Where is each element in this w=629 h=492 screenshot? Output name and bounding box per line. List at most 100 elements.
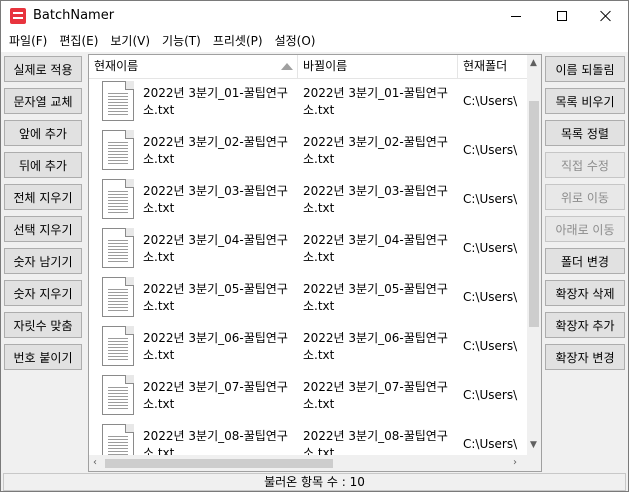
change-extension-button[interactable]: 확장자 변경 xyxy=(545,344,625,370)
file-lines xyxy=(108,240,128,264)
text-file-icon xyxy=(102,228,134,268)
clear-selection-button[interactable]: 선택 지우기 xyxy=(4,216,82,242)
new-name-cell: 2022년 3분기_04-꿀팁연구소.txt xyxy=(303,233,448,264)
list-item[interactable]: 2022년 3분기_06-꿀팁연구소.txt 2022년 3분기_06-꿀팁연구… xyxy=(89,324,527,373)
file-lines xyxy=(108,436,128,455)
text-file-icon xyxy=(102,424,134,455)
file-lines xyxy=(108,191,128,215)
text-file-icon xyxy=(102,130,134,170)
menu-tools[interactable]: 기능(T) xyxy=(156,31,207,52)
file-lines xyxy=(108,338,128,362)
column-header-current-folder[interactable]: 현재폴더 xyxy=(458,55,538,79)
menu-presets[interactable]: 프리셋(P) xyxy=(207,31,269,52)
title-bar: BatchNamer xyxy=(1,1,628,31)
new-name-cell: 2022년 3분기_05-꿀팁연구소.txt xyxy=(303,282,448,313)
append-button[interactable]: 뒤에 추가 xyxy=(4,152,82,178)
move-down-button[interactable]: 아래로 이동 xyxy=(545,216,625,242)
new-name-cell: 2022년 3분기_07-꿀팁연구소.txt xyxy=(303,380,448,411)
folder-cell: C:\Users\ xyxy=(463,192,518,206)
folder-cell: C:\Users\ xyxy=(463,388,518,402)
list-item[interactable]: 2022년 3분기_01-꿀팁연구소.txt 2022년 3분기_01-꿀팁연구… xyxy=(89,79,527,128)
list-rows: 2022년 3분기_01-꿀팁연구소.txt 2022년 3분기_01-꿀팁연구… xyxy=(89,79,527,455)
file-lines xyxy=(108,142,128,166)
current-name-cell: 2022년 3분기_03-꿀팁연구소.txt xyxy=(143,184,288,215)
current-name-cell: 2022년 3분기_02-꿀팁연구소.txt xyxy=(143,135,288,166)
pad-digits-button[interactable]: 자릿수 맞춤 xyxy=(4,312,82,338)
text-file-icon xyxy=(102,179,134,219)
prepend-button[interactable]: 앞에 추가 xyxy=(4,120,82,146)
new-name-cell: 2022년 3분기_01-꿀팁연구소.txt xyxy=(303,86,448,117)
maximize-icon xyxy=(557,11,567,21)
list-item[interactable]: 2022년 3분기_03-꿀팁연구소.txt 2022년 3분기_03-꿀팁연구… xyxy=(89,177,527,226)
add-extension-button[interactable]: 확장자 추가 xyxy=(545,312,625,338)
sort-list-button[interactable]: 목록 정렬 xyxy=(545,120,625,146)
keep-numbers-button[interactable]: 숫자 남기기 xyxy=(4,248,82,274)
minimize-icon xyxy=(511,15,521,17)
list-header: 현재이름 바뀔이름 현재폴더 xyxy=(89,55,527,79)
list-item[interactable]: 2022년 3분기_07-꿀팁연구소.txt 2022년 3분기_07-꿀팁연구… xyxy=(89,373,527,422)
new-name-cell: 2022년 3분기_06-꿀팁연구소.txt xyxy=(303,331,448,362)
revert-names-button[interactable]: 이름 되돌림 xyxy=(545,56,625,82)
scroll-corner xyxy=(527,455,541,471)
remove-numbers-button[interactable]: 숫자 지우기 xyxy=(4,280,82,306)
folder-cell: C:\Users\ xyxy=(463,241,518,255)
move-up-button[interactable]: 위로 이동 xyxy=(545,184,625,210)
edit-directly-button[interactable]: 직접 수정 xyxy=(545,152,625,178)
scroll-down-icon[interactable]: ▼ xyxy=(530,441,537,450)
new-name-cell: 2022년 3분기_08-꿀팁연구소.txt xyxy=(303,429,448,455)
folder-cell: C:\Users\ xyxy=(463,94,518,108)
file-lines xyxy=(108,387,128,411)
current-name-cell: 2022년 3분기_08-꿀팁연구소.txt xyxy=(143,429,288,455)
folder-cell: C:\Users\ xyxy=(463,437,518,451)
menu-bar: 파일(F) 편집(E) 보기(V) 기능(T) 프리셋(P) 설정(O) xyxy=(1,31,628,52)
clear-all-button[interactable]: 전체 지우기 xyxy=(4,184,82,210)
column-header-current-name[interactable]: 현재이름 xyxy=(89,55,298,79)
close-button[interactable] xyxy=(583,1,629,31)
close-icon xyxy=(600,10,612,22)
scroll-left-icon[interactable]: ‹ xyxy=(93,457,97,468)
current-name-cell: 2022년 3분기_05-꿀팁연구소.txt xyxy=(143,282,288,313)
replace-text-button[interactable]: 문자열 교체 xyxy=(4,88,82,114)
menu-file[interactable]: 파일(F) xyxy=(3,31,53,52)
file-list[interactable]: 현재이름 바뀔이름 현재폴더 2022년 3분기_01-꿀팁연구소.txt 20… xyxy=(88,54,542,472)
vertical-scrollbar[interactable]: ▲ ▼ xyxy=(527,55,541,455)
apply-button[interactable]: 실제로 적용 xyxy=(4,56,82,82)
folder-cell: C:\Users\ xyxy=(463,339,518,353)
window-title: BatchNamer xyxy=(33,8,115,23)
add-numbering-button[interactable]: 번호 붙이기 xyxy=(4,344,82,370)
menu-edit[interactable]: 편집(E) xyxy=(53,31,104,52)
folder-cell: C:\Users\ xyxy=(463,143,518,157)
change-folder-button[interactable]: 폴더 변경 xyxy=(545,248,625,274)
menu-settings[interactable]: 설정(O) xyxy=(269,31,322,52)
text-file-icon xyxy=(102,375,134,415)
text-file-icon xyxy=(102,81,134,121)
vertical-scroll-thumb[interactable] xyxy=(529,101,539,327)
list-item[interactable]: 2022년 3분기_08-꿀팁연구소.txt 2022년 3분기_08-꿀팁연구… xyxy=(89,422,527,455)
horizontal-scrollbar[interactable]: ‹ › xyxy=(89,455,527,471)
text-file-icon xyxy=(102,277,134,317)
clear-list-button[interactable]: 목록 비우기 xyxy=(545,88,625,114)
new-name-cell: 2022년 3분기_03-꿀팁연구소.txt xyxy=(303,184,448,215)
menu-view[interactable]: 보기(V) xyxy=(104,31,156,52)
list-item[interactable]: 2022년 3분기_02-꿀팁연구소.txt 2022년 3분기_02-꿀팁연구… xyxy=(89,128,527,177)
new-name-cell: 2022년 3분기_02-꿀팁연구소.txt xyxy=(303,135,448,166)
scroll-right-icon[interactable]: › xyxy=(513,457,517,468)
scroll-up-icon[interactable]: ▲ xyxy=(530,59,537,68)
maximize-button[interactable] xyxy=(539,1,585,31)
list-item[interactable]: 2022년 3분기_05-꿀팁연구소.txt 2022년 3분기_05-꿀팁연구… xyxy=(89,275,527,324)
file-lines xyxy=(108,289,128,313)
remove-extension-button[interactable]: 확장자 삭제 xyxy=(545,280,625,306)
text-file-icon xyxy=(102,326,134,366)
current-name-cell: 2022년 3분기_04-꿀팁연구소.txt xyxy=(143,233,288,264)
horizontal-scroll-thumb[interactable] xyxy=(105,459,333,468)
minimize-button[interactable] xyxy=(493,1,539,31)
current-name-cell: 2022년 3분기_06-꿀팁연구소.txt xyxy=(143,331,288,362)
app-icon xyxy=(10,8,26,24)
file-lines xyxy=(108,93,128,117)
folder-cell: C:\Users\ xyxy=(463,290,518,304)
app-window: BatchNamer 파일(F) 편집(E) 보기(V) 기능(T) 프리셋(P… xyxy=(0,0,629,492)
column-header-new-name[interactable]: 바뀔이름 xyxy=(298,55,458,79)
list-item[interactable]: 2022년 3분기_04-꿀팁연구소.txt 2022년 3분기_04-꿀팁연구… xyxy=(89,226,527,275)
current-name-cell: 2022년 3분기_01-꿀팁연구소.txt xyxy=(143,86,288,117)
status-bar: 불러온 항목 수 : 10 xyxy=(3,473,626,491)
